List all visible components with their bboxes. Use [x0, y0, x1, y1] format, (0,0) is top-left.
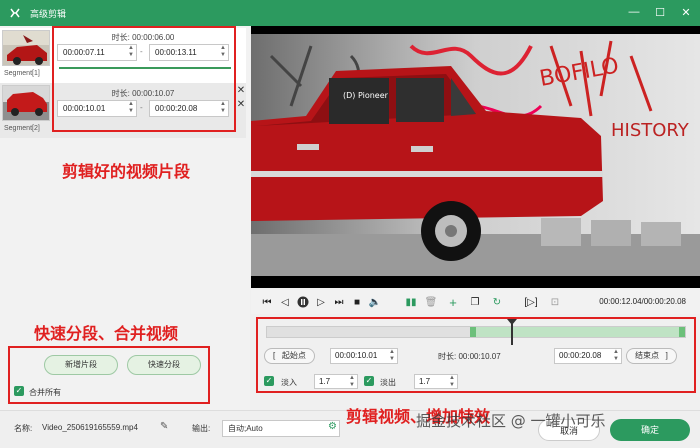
trim-icon[interactable]: [▷]: [524, 296, 537, 308]
title-bar: 高级剪辑 — ☐ ✕: [0, 0, 700, 26]
video-frame: BOFILO HISTORY (D) Pioneer: [251, 26, 700, 288]
prev-frame-icon[interactable]: ◁: [279, 296, 291, 308]
gear-icon[interactable]: ⚙: [328, 421, 337, 432]
split-icon[interactable]: ▮▮: [405, 296, 417, 308]
segment-name: Segment[1]: [4, 70, 40, 77]
trash-icon[interactable]: 🗑: [425, 296, 438, 308]
volume-icon[interactable]: 🔈: [369, 296, 381, 308]
merge-all-label: 合并所有: [29, 388, 61, 397]
pause-icon[interactable]: [297, 296, 309, 308]
output-label: 输出:: [192, 424, 211, 433]
skip-start-icon[interactable]: ⏮: [261, 296, 273, 308]
file-name: Video_250619165559.mp4: [42, 423, 138, 432]
next-frame-icon[interactable]: ▷: [315, 296, 327, 308]
app-logo-icon: [8, 6, 22, 20]
edit-name-icon[interactable]: ✎: [160, 421, 168, 432]
player-time: 00:00:12.04/00:00:20.08: [599, 297, 686, 306]
watermark: 掘金技术社区 @ 一罐小可乐: [416, 412, 606, 430]
ok-button[interactable]: 确定: [610, 419, 690, 441]
maximize-icon[interactable]: ☐: [654, 5, 666, 19]
minimize-icon[interactable]: —: [628, 5, 640, 19]
merge-all-checkbox[interactable]: ✓: [14, 386, 24, 396]
add-icon[interactable]: +: [447, 295, 459, 310]
copy-icon[interactable]: ❐: [469, 296, 481, 308]
output-select[interactable]: 自动;Auto: [222, 420, 340, 437]
annotation-split-merge: 快速分段、合并视频: [34, 324, 179, 343]
highlight-box-segments: [52, 26, 236, 132]
close-icon[interactable]: ✕: [236, 100, 246, 110]
segment-thumbnail: [2, 85, 50, 121]
undo-icon[interactable]: ↻: [491, 296, 503, 308]
highlight-box-edit: [256, 317, 696, 393]
svg-text:HISTORY: HISTORY: [611, 120, 690, 141]
skip-end-icon[interactable]: ⏭: [333, 296, 345, 308]
crop-icon[interactable]: ⊡: [549, 296, 561, 308]
close-icon[interactable]: ✕: [236, 86, 246, 96]
car-plate-text: (D) Pioneer: [343, 91, 389, 100]
window-title: 高级剪辑: [30, 8, 67, 19]
segment-thumbnail: [2, 30, 50, 66]
close-icon[interactable]: ✕: [680, 5, 692, 19]
left-panel: Segment[1] Segment[2] 时长: 00:00:06.00 00…: [0, 26, 250, 410]
player-controls: ⏮ ◁ ▷ ⏭ ■ 🔈 ▮▮ 🗑 + ❐ ↻ [▷] ⊡ 00:00:12.04…: [251, 290, 700, 314]
quick-split-button[interactable]: 快速分段: [127, 355, 201, 375]
annotation-segments: 剪辑好的视频片段: [62, 162, 191, 181]
video-preview[interactable]: BOFILO HISTORY (D) Pioneer: [251, 26, 700, 288]
stop-icon[interactable]: ■: [351, 296, 363, 308]
name-label: 名称:: [14, 424, 33, 433]
add-segment-button[interactable]: 新增片段: [44, 355, 118, 375]
segment-name: Segment[2]: [4, 125, 40, 132]
